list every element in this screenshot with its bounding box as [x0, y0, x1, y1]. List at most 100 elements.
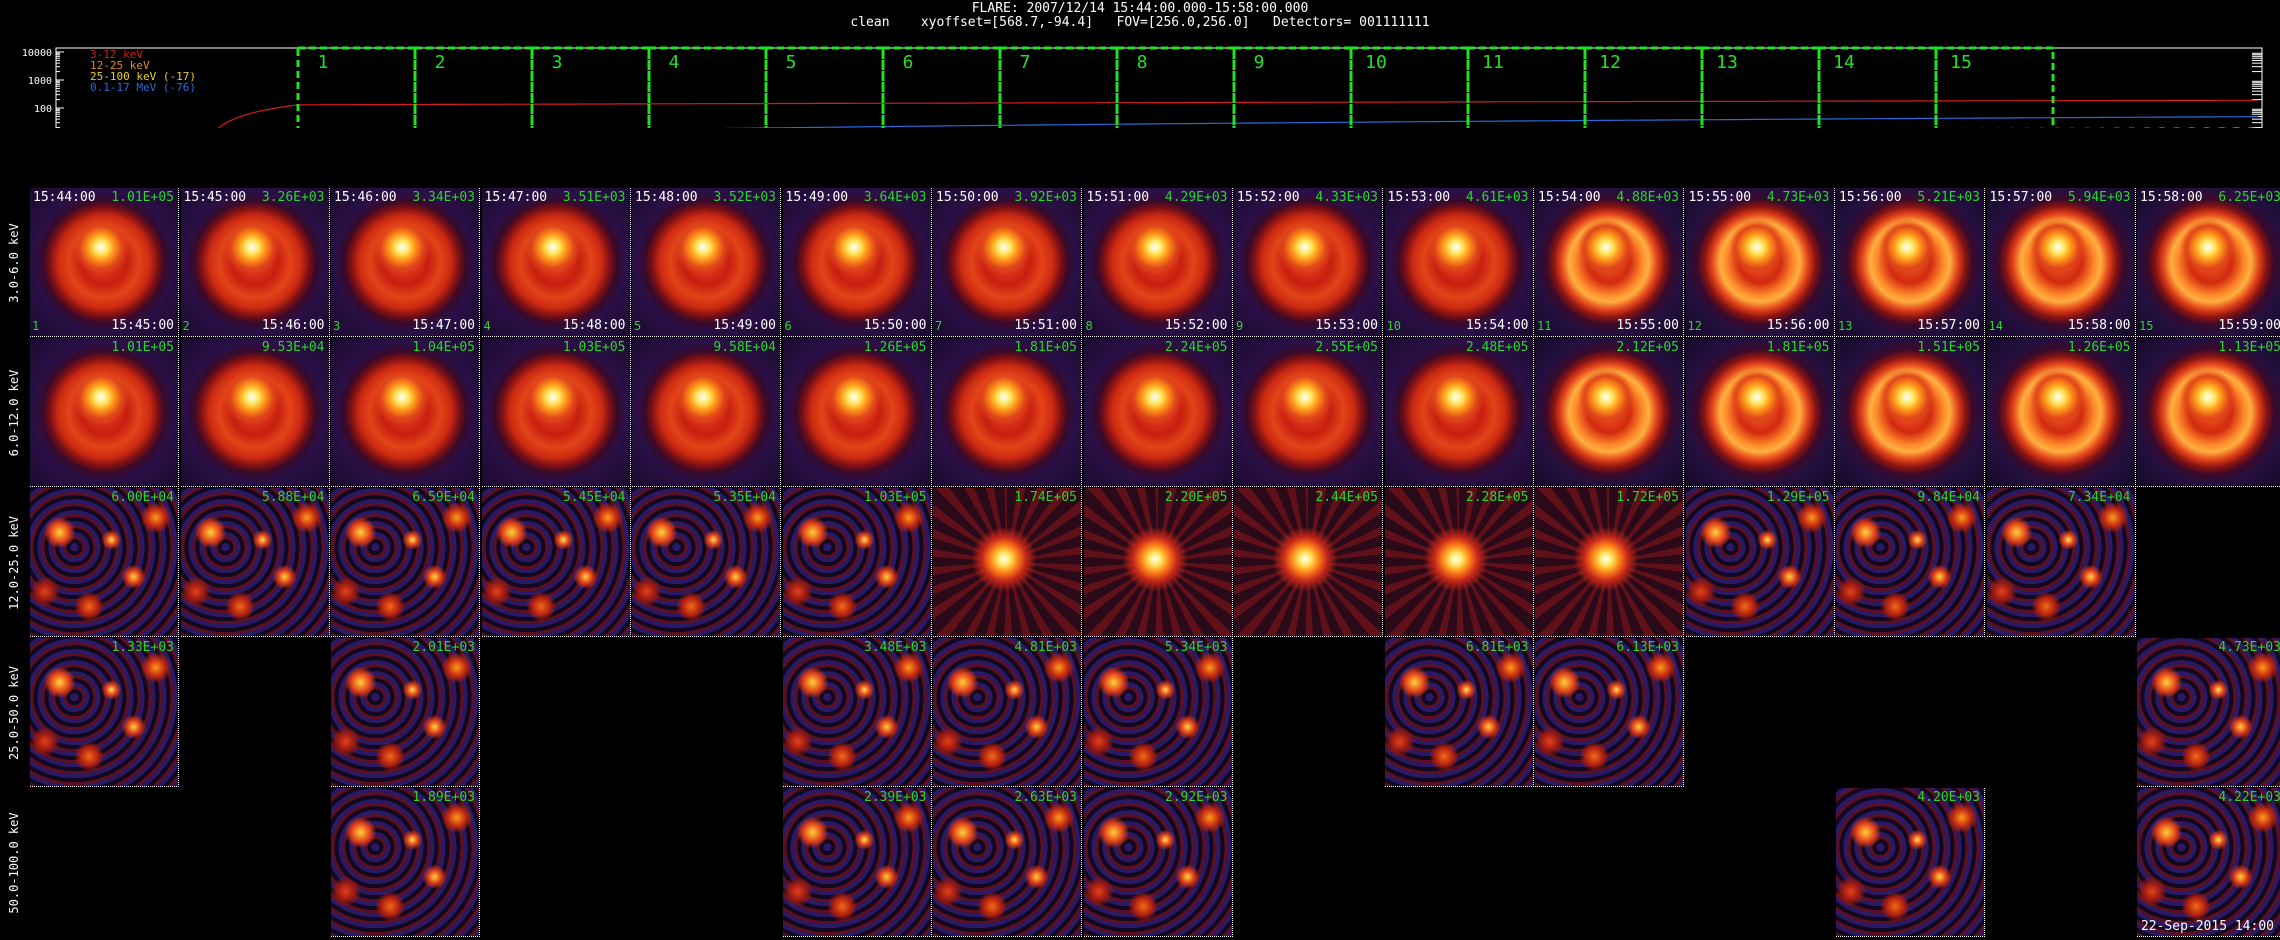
xray-image: [1986, 488, 2135, 636]
xray-image: [632, 338, 780, 486]
image-cell[interactable]: 4.29E+03 15:51:00 15:52:00 8: [1083, 188, 1233, 337]
xray-image: [331, 638, 479, 786]
count-label: 1.72E+05: [1616, 490, 1679, 505]
image-cell[interactable]: 1.03E+05: [782, 488, 932, 637]
image-cell[interactable]: 6.59E+04: [331, 488, 480, 637]
lightcurve-plot[interactable]: 10000100010010115:4415:4815:5215:5616:00…: [0, 0, 2280, 128]
image-cell[interactable]: 2.28E+05: [1384, 488, 1534, 637]
image-cell[interactable]: 4.88E+03 15:54:00 15:55:00 11: [1535, 188, 1684, 337]
image-cell[interactable]: 2.63E+03: [933, 788, 1082, 937]
image-cell[interactable]: 1.26E+05: [1986, 338, 2136, 487]
xray-image: [1234, 188, 1382, 336]
image-cell[interactable]: 5.34E+03: [1083, 638, 1233, 787]
timestamp-footer: 22-Sep-2015 14:00: [2140, 919, 2274, 934]
start-time: 15:45:00: [183, 190, 247, 205]
xray-image: [1836, 338, 1984, 486]
image-cell[interactable]: 1.51E+05: [1836, 338, 1985, 487]
image-cell[interactable]: 5.94E+03 15:57:00 15:58:00 14: [1986, 188, 2136, 337]
image-cell[interactable]: 1.01E+05 15:44:00 15:45:00 1: [30, 188, 179, 337]
image-cell[interactable]: 9.84E+04: [1836, 488, 1985, 637]
start-time: 15:52:00: [1237, 190, 1300, 205]
image-cell[interactable]: 2.20E+05: [1083, 488, 1233, 637]
image-cell[interactable]: 1.81E+05: [1685, 338, 1835, 487]
image-cell[interactable]: 9.53E+04: [180, 338, 330, 487]
image-cell[interactable]: 2.24E+05: [1083, 338, 1233, 487]
count-label: 4.20E+03: [1917, 790, 1980, 805]
image-cell[interactable]: 1.01E+05: [30, 338, 179, 487]
start-time: 15:56:00: [1839, 190, 1902, 205]
interval-box: [998, 46, 1119, 128]
image-cell[interactable]: 2.92E+03: [1083, 788, 1233, 937]
count-label: 3.64E+03: [863, 190, 927, 205]
image-cell[interactable]: 1.33E+03: [30, 638, 179, 787]
image-cell[interactable]: 6.00E+04: [30, 488, 179, 637]
count-label: 5.21E+03: [1917, 190, 1980, 205]
image-cell[interactable]: 5.45E+04: [481, 488, 631, 637]
image-cell[interactable]: 1.13E+05: [2137, 338, 2280, 487]
xray-image: [1685, 188, 1834, 336]
energy-band-label: 25.0-50.0 keV: [4, 638, 24, 788]
interval-index: 13: [1838, 319, 1853, 333]
image-cell[interactable]: 5.35E+04: [632, 488, 781, 637]
interval-label: 10: [1365, 52, 1387, 73]
image-cell[interactable]: 9.58E+04: [632, 338, 781, 487]
xray-image: [2137, 788, 2280, 936]
image-cell[interactable]: 4.73E+03 15:55:00 15:56:00 12: [1685, 188, 1835, 337]
image-cell[interactable]: 6.81E+03: [1384, 638, 1534, 787]
image-cell[interactable]: 1.81E+05: [933, 338, 1082, 487]
xray-image: [632, 188, 780, 336]
image-cell[interactable]: 1.89E+03: [331, 788, 480, 937]
image-cell[interactable]: 5.88E+04: [180, 488, 330, 637]
image-cell[interactable]: 5.21E+03 15:56:00 15:57:00 13: [1836, 188, 1985, 337]
count-label: 6.00E+04: [111, 490, 174, 505]
xray-image: [933, 488, 1081, 636]
count-label: 1.81E+05: [1014, 340, 1077, 355]
energy-band-label: 50.0-100.0 keV: [4, 788, 24, 938]
image-cell[interactable]: 4.22E+03: [2137, 788, 2280, 937]
interval-index: 10: [1386, 319, 1401, 333]
image-cell[interactable]: 3.48E+03: [782, 638, 932, 787]
image-cell[interactable]: 4.33E+03 15:52:00 15:53:00 9: [1234, 188, 1383, 337]
image-cell[interactable]: 4.73E+03: [2137, 638, 2280, 787]
start-time: 15:54:00: [1538, 190, 1601, 205]
image-cell[interactable]: 3.34E+03 15:46:00 15:47:00 3: [331, 188, 480, 337]
energy-band-text: 50.0-100.0 keV: [7, 812, 21, 914]
image-cell[interactable]: 3.51E+03 15:47:00 15:48:00 4: [481, 188, 631, 337]
xray-image: [1535, 638, 1683, 786]
image-cell[interactable]: 1.26E+05: [782, 338, 932, 487]
image-cell[interactable]: 1.04E+05: [331, 338, 480, 487]
image-cell[interactable]: 7.34E+04: [1986, 488, 2136, 637]
y-tick-label: 1000: [28, 76, 52, 87]
image-cell[interactable]: 2.44E+05: [1234, 488, 1383, 637]
image-cell[interactable]: 4.20E+03: [1836, 788, 1985, 937]
image-cell[interactable]: 6.13E+03: [1535, 638, 1684, 787]
image-cell[interactable]: 2.55E+05: [1234, 338, 1383, 487]
count-label: 1.89E+03: [412, 790, 475, 805]
start-time: 15:44:00: [33, 190, 96, 205]
image-cell[interactable]: 1.03E+05: [481, 338, 631, 487]
image-cell[interactable]: 2.01E+03: [331, 638, 480, 787]
image-cell[interactable]: 2.39E+03: [782, 788, 932, 937]
count-label: 4.22E+03: [2218, 790, 2280, 805]
image-cell[interactable]: 4.81E+03: [933, 638, 1082, 787]
end-time: 15:46:00: [261, 318, 325, 333]
end-time: 15:54:00: [1465, 318, 1529, 333]
xray-image: [180, 488, 329, 636]
interval-box: [647, 46, 768, 128]
image-cell[interactable]: 1.74E+05: [933, 488, 1082, 637]
image-cell[interactable]: 3.52E+03 15:48:00 15:49:00 5: [632, 188, 781, 337]
image-cell[interactable]: 3.92E+03 15:50:00 15:51:00 7: [933, 188, 1082, 337]
count-label: 1.29E+05: [1766, 490, 1830, 505]
image-cell[interactable]: 1.29E+05: [1685, 488, 1835, 637]
xray-image: [782, 188, 931, 336]
image-cell[interactable]: 2.12E+05: [1535, 338, 1684, 487]
xray-image: [1384, 188, 1533, 336]
xray-image: [180, 188, 329, 336]
image-cell[interactable]: 4.61E+03 15:53:00 15:54:00 10: [1384, 188, 1534, 337]
image-cell[interactable]: 1.72E+05: [1535, 488, 1684, 637]
image-cell[interactable]: 3.64E+03 15:49:00 15:50:00 6: [782, 188, 932, 337]
image-cell[interactable]: 6.25E+03 15:58:00 15:59:00 15: [2137, 188, 2280, 337]
image-cell[interactable]: 2.48E+05: [1384, 338, 1534, 487]
interval-label: 15: [1950, 52, 1972, 73]
image-cell[interactable]: 3.26E+03 15:45:00 15:46:00 2: [180, 188, 330, 337]
